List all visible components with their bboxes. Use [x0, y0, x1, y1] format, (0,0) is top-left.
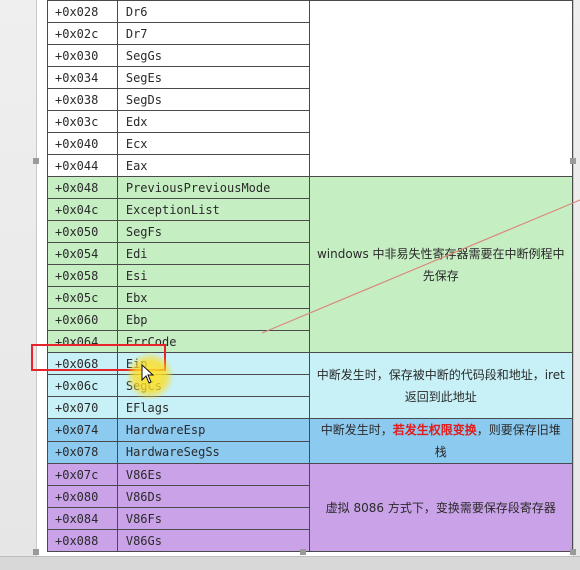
field-name-cell: Ecx — [116, 132, 310, 155]
offset-cell: +0x058 — [47, 264, 118, 287]
offset-cell: +0x03c — [47, 110, 118, 133]
description-white — [308, 0, 574, 177]
field-name-cell: V86Es — [116, 463, 310, 486]
offset-cell: +0x084 — [47, 507, 118, 530]
description-blue: 中断发生时，若发生权限变换，则要保存旧堆栈 — [308, 418, 574, 464]
offset-cell: +0x034 — [47, 66, 118, 89]
offset-cell: +0x088 — [47, 529, 118, 552]
field-name-cell: Ebx — [116, 286, 310, 309]
offset-cell: +0x054 — [47, 242, 118, 265]
description-purple: 虚拟 8086 方式下，变换需要保存段寄存器 — [308, 463, 574, 552]
table-row: +0x048 PreviousPreviousMode windows 中非易失性寄… — [47, 176, 574, 353]
offset-cell: +0x06c — [47, 374, 118, 397]
document-page: +0x028 Dr6 +0x02c Dr7 +0x030 SegGs +0x034 SegEs… — [36, 0, 574, 556]
field-name-cell: V86Ds — [116, 485, 310, 508]
offset-cell: +0x078 — [47, 440, 118, 464]
description-cyan: 中断发生时，保存被中断的代码段和地址，iret 返回到此地址 — [308, 352, 574, 419]
trap-frame-table: +0x028 Dr6 +0x02c Dr7 +0x030 SegGs +0x034 SegEs… — [47, 0, 574, 552]
field-name-cell: Edi — [116, 242, 310, 265]
table-row: +0x074 HardwareEsp 中断发生时，若发生权限变换，则要保存旧堆栈 — [47, 418, 574, 464]
resize-handle-bottom-left[interactable] — [33, 549, 39, 555]
offset-cell: +0x02c — [47, 22, 118, 45]
offset-cell: +0x050 — [47, 220, 118, 243]
field-name-cell: Edx — [116, 110, 310, 133]
offset-cell: +0x060 — [47, 308, 118, 331]
arrow-cursor-icon — [141, 364, 155, 384]
resize-handle-bottom[interactable] — [300, 549, 306, 555]
resize-handle-left[interactable] — [33, 158, 39, 164]
table-row: +0x028 Dr6 — [47, 0, 574, 177]
description-text: 中断发生时， — [320, 423, 393, 437]
offset-cell: +0x040 — [47, 132, 118, 155]
offset-cell: +0x04c — [47, 198, 118, 221]
field-name-cell: HardwareEsp — [116, 418, 310, 442]
bottom-scrollbar[interactable] — [0, 556, 580, 570]
offset-cell: +0x030 — [47, 44, 118, 67]
warning-text: 若发生权限变换 — [392, 423, 477, 437]
screen-background: +0x028 Dr6 +0x02c Dr7 +0x030 SegGs +0x034 SegEs… — [0, 0, 580, 570]
offset-cell: +0x05c — [47, 286, 118, 309]
field-name-cell: Eax — [116, 154, 310, 177]
field-name-cell: SegFs — [116, 220, 310, 243]
field-name-cell: V86Fs — [116, 507, 310, 530]
field-name-cell: V86Gs — [116, 529, 310, 552]
offset-cell: +0x080 — [47, 485, 118, 508]
resize-handle-bottom-right[interactable] — [570, 549, 576, 555]
resize-handle-right[interactable] — [570, 158, 576, 164]
offset-cell: +0x044 — [47, 154, 118, 177]
field-name-cell: SegEs — [116, 66, 310, 89]
field-name-cell: PreviousPreviousMode — [116, 176, 310, 199]
field-name-cell: SegGs — [116, 44, 310, 67]
field-name-cell: HardwareSegSs — [116, 440, 310, 464]
field-name-cell: Ebp — [116, 308, 310, 331]
offset-cell: +0x074 — [47, 418, 118, 442]
field-name-cell: ExceptionList — [116, 198, 310, 221]
offset-cell: +0x038 — [47, 88, 118, 111]
table-row: +0x07c V86Es 虚拟 8086 方式下，变换需要保存段寄存器 — [47, 463, 574, 552]
field-name-cell: Dr7 — [116, 22, 310, 45]
offset-cell: +0x028 — [47, 0, 118, 23]
offset-cell: +0x07c — [47, 463, 118, 486]
field-name-cell: Esi — [116, 264, 310, 287]
description-green: windows 中非易失性寄存器需要在中断例程中先保存 — [308, 176, 574, 353]
field-name-cell: Dr6 — [116, 0, 310, 23]
field-name-cell: SegDs — [116, 88, 310, 111]
offset-cell: +0x048 — [47, 176, 118, 199]
offset-cell: +0x070 — [47, 396, 118, 419]
